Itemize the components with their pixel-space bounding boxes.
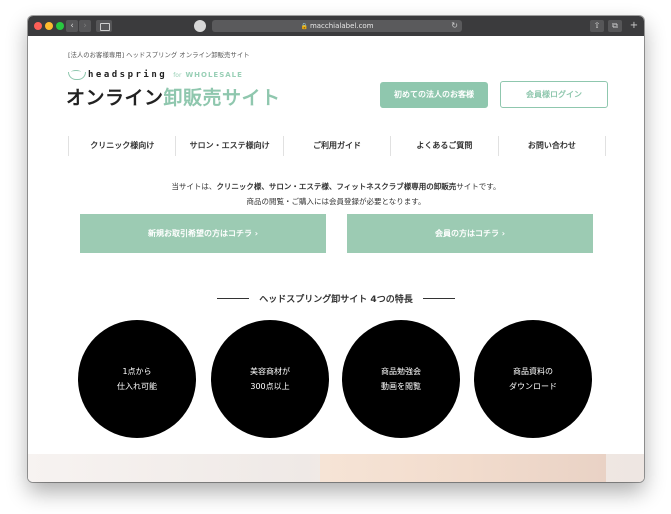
lock-icon: 🔒	[300, 23, 308, 30]
feature-line2: ダウンロード	[509, 382, 557, 391]
nav-item-guide[interactable]: ご利用ガイド	[282, 136, 390, 156]
minimize-window-button[interactable]	[45, 22, 53, 30]
feature-line1: 1点から	[122, 367, 152, 376]
bowl-logo-icon	[68, 69, 86, 80]
privacy-shield-icon[interactable]	[194, 20, 206, 32]
new-customer-button[interactable]: 初めての法人のお客様	[380, 82, 488, 108]
tabs-overview-icon[interactable]: ⧉	[608, 20, 622, 32]
browser-toolbar: ‹ › 🔒 macchialabel.com ↻ ⇧ ⧉ +	[28, 16, 644, 36]
site-tagline: [法人のお客様専用] ヘッドスプリング オンライン卸販売サイト	[68, 51, 250, 59]
feature-circle: 商品勉強会 動画を閲覧	[342, 320, 460, 438]
intro-bold: クリニック様、サロン・エステ様、フィットネスクラブ様専用の卸販売	[216, 182, 457, 191]
logo-for-text: for	[173, 71, 182, 79]
web-page: [法人のお客様専用] ヘッドスプリング オンライン卸販売サイト headspri…	[28, 36, 644, 482]
site-logo[interactable]: headspring for WHOLESALE	[68, 69, 243, 81]
feature-line1: 商品勉強会	[381, 367, 421, 376]
sidebar-toggle-icon[interactable]	[96, 20, 112, 32]
close-window-button[interactable]	[34, 22, 42, 30]
hero-image-strip	[28, 454, 644, 482]
forward-button[interactable]: ›	[79, 20, 91, 32]
address-bar[interactable]: 🔒 macchialabel.com ↻	[212, 20, 462, 32]
heading-rule-left	[217, 297, 250, 299]
heading-rule-right	[422, 297, 455, 299]
back-button[interactable]: ‹	[66, 20, 78, 32]
logo-wholesale-text: WHOLESALE	[185, 71, 243, 79]
nav-item-contact[interactable]: お問い合わせ	[497, 136, 607, 156]
intro-prefix: 当サイトは、	[171, 182, 217, 191]
site-title-green: 卸販売サイト	[163, 87, 281, 109]
features-heading-text: ヘッドスプリング卸サイト 4つの特長	[259, 294, 413, 305]
url-text: macchialabel.com	[309, 22, 374, 30]
member-cta-button[interactable]: 会員の方はコチラ ›	[347, 214, 593, 253]
nav-item-clinic[interactable]: クリニック様向け	[68, 136, 175, 156]
member-login-button[interactable]: 会員様ログイン	[500, 81, 608, 108]
nav-item-faq[interactable]: よくあるご質問	[390, 136, 497, 156]
new-business-cta-button[interactable]: 新規お取引希望の方はコチラ ›	[80, 214, 326, 253]
feature-line2: 300点以上	[250, 382, 290, 391]
feature-circle: 美容商材が 300点以上	[211, 320, 329, 438]
feature-circle: 1点から 仕入れ可能	[78, 320, 196, 438]
zoom-window-button[interactable]	[56, 22, 64, 30]
nav-item-salon[interactable]: サロン・エステ様向け	[175, 136, 282, 156]
browser-window: ‹ › 🔒 macchialabel.com ↻ ⇧ ⧉ + [法人のお客様専用]…	[28, 16, 644, 482]
feature-line1: 商品資料の	[513, 367, 553, 376]
site-title-dark: オンライン	[66, 87, 164, 109]
features-heading: ヘッドスプリング卸サイト 4つの特長	[28, 291, 644, 305]
feature-line2: 動画を閲覧	[381, 382, 421, 391]
reload-icon[interactable]: ↻	[451, 20, 458, 32]
new-tab-icon[interactable]: +	[628, 20, 640, 32]
intro-suffix: サイトです。	[456, 182, 501, 191]
feature-line1: 美容商材が	[250, 367, 290, 376]
feature-line2: 仕入れ可能	[117, 382, 157, 391]
hero-image	[320, 454, 606, 482]
intro-text-line1: 当サイトは、クリニック様、サロン・エステ様、フィットネスクラブ様専用の卸販売サイ…	[28, 181, 644, 192]
share-icon[interactable]: ⇧	[590, 20, 604, 32]
logo-brand-word: headspring	[88, 70, 168, 80]
site-title[interactable]: オンライン卸販売サイト	[66, 83, 281, 110]
global-nav: クリニック様向け サロン・エステ様向け ご利用ガイド よくあるご質問 お問い合わ…	[68, 136, 607, 156]
feature-circle: 商品資料の ダウンロード	[474, 320, 592, 438]
intro-text-line2: 商品の閲覧・ご購入には会員登録が必要となります。	[246, 197, 426, 206]
